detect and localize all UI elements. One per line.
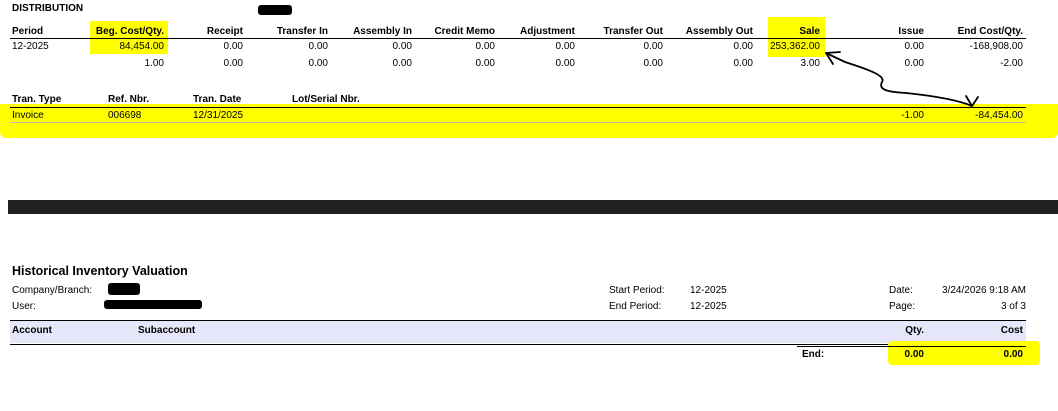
start-period-label: Start Period:	[609, 285, 665, 296]
col-qty: Qty.	[905, 325, 924, 336]
company-branch-label: Company/Branch:	[12, 285, 93, 296]
col-subaccount: Subaccount	[138, 325, 196, 336]
user-label: User:	[12, 301, 36, 312]
company-redaction	[108, 283, 140, 295]
end-period-label: End Period:	[609, 301, 662, 312]
page-value: 3 of 3	[1000, 301, 1026, 312]
start-period-value: 12-2025	[690, 285, 727, 296]
table-bottom-rule	[10, 344, 1026, 345]
col-cost: Cost	[1000, 325, 1023, 336]
end-qty: 0.00	[904, 349, 924, 360]
end-cost: 0.00	[1003, 349, 1023, 360]
date-label: Date:	[889, 285, 913, 296]
report-title: Historical Inventory Valuation	[12, 264, 188, 278]
date-value: 3/24/2026 9:18 AM	[942, 285, 1026, 296]
user-redaction	[104, 300, 202, 309]
end-totals-rule	[797, 346, 1026, 347]
page-label: Page:	[889, 301, 916, 312]
end-period-value: 12-2025	[690, 301, 727, 312]
page-break-divider	[8, 200, 1058, 214]
col-account: Account	[12, 325, 52, 336]
end-label: End:	[802, 349, 825, 360]
